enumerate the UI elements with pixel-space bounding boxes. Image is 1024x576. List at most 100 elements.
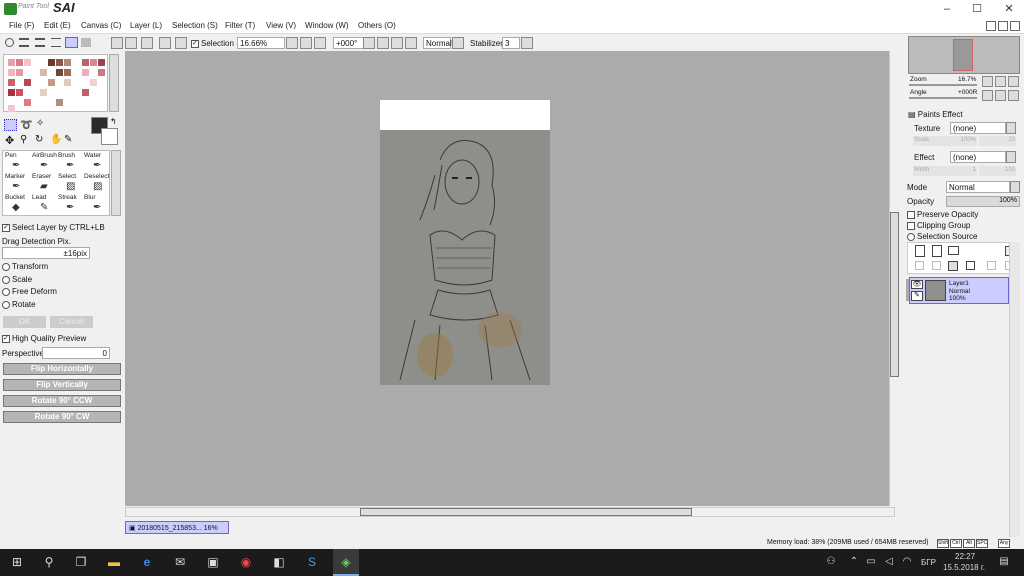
menu-window[interactable]: Window (W) xyxy=(305,21,349,30)
skype-icon[interactable]: S xyxy=(303,553,321,571)
select-rect-icon[interactable] xyxy=(4,119,17,131)
swatch[interactable] xyxy=(24,59,31,66)
menu-selection[interactable]: Selection (S) xyxy=(172,21,218,30)
flip-horizontally-button[interactable]: Flip Horizontally xyxy=(3,363,121,375)
copy-layer-icon[interactable] xyxy=(987,261,996,270)
brush-shape-icon[interactable] xyxy=(5,38,14,47)
rotate-cw-button[interactable] xyxy=(377,37,389,49)
close-button[interactable]: ✕ xyxy=(994,0,1024,19)
cancel-button[interactable]: Cancel xyxy=(50,316,93,328)
tool-deselect[interactable]: Deselect xyxy=(84,173,109,180)
merge-down-icon[interactable] xyxy=(932,261,941,270)
swatch[interactable] xyxy=(40,89,47,96)
new-linework-layer-icon[interactable] xyxy=(932,245,942,257)
new-folder-icon[interactable] xyxy=(948,246,959,255)
swatch[interactable] xyxy=(82,69,89,76)
canvas-drawing[interactable] xyxy=(380,130,550,385)
rotate-cw-button[interactable]: Rotate 90° CW xyxy=(3,411,121,423)
swatch[interactable] xyxy=(64,69,71,76)
windows-start-icon[interactable]: ⊞ xyxy=(8,553,26,571)
tool-airbrush[interactable]: AirBrush xyxy=(32,152,57,159)
nav-rotate-ccw-button[interactable] xyxy=(982,90,993,101)
ok-button[interactable]: OK xyxy=(3,316,46,328)
tool-bucket[interactable]: Bucket xyxy=(5,194,25,201)
search-icon[interactable]: ⚲ xyxy=(40,553,58,571)
free-deform-option[interactable]: Free Deform xyxy=(2,287,57,296)
eyedropper-icon[interactable]: ✎ xyxy=(64,134,72,145)
lasso-icon[interactable]: ➰ xyxy=(20,120,32,131)
swatch-icon[interactable] xyxy=(81,38,91,47)
swatch[interactable] xyxy=(8,59,15,66)
paints-effect-header[interactable]: ▤ Paints Effect xyxy=(908,110,963,119)
swatch[interactable] xyxy=(56,59,63,66)
zoom-field[interactable]: 16.66% xyxy=(237,37,285,49)
mdi-minimize-button[interactable] xyxy=(986,21,996,31)
mdi-restore-button[interactable] xyxy=(998,21,1008,31)
menu-edit[interactable]: Edit (E) xyxy=(44,21,71,30)
rotate-ccw-button[interactable]: Rotate 90° CCW xyxy=(3,395,121,407)
menu-others[interactable]: Others (O) xyxy=(358,21,396,30)
swatch[interactable] xyxy=(8,89,15,96)
transform-option[interactable]: Transform xyxy=(2,262,48,271)
tool-select[interactable]: Select xyxy=(58,173,76,180)
swatch[interactable] xyxy=(24,79,31,86)
nav-zoom-in-button[interactable] xyxy=(995,76,1006,87)
nav-zoom-reset-button[interactable] xyxy=(1008,76,1019,87)
brush-lock-icon[interactable]: ✎ xyxy=(911,291,923,301)
swatch[interactable] xyxy=(16,69,23,76)
mail-icon[interactable]: ✉ xyxy=(171,553,189,571)
navigator-viewport[interactable] xyxy=(953,39,973,71)
stabilizer-field[interactable]: 3 xyxy=(502,37,520,49)
volume-icon[interactable]: ◁ xyxy=(880,553,898,571)
clock-date[interactable]: 15.5.2018 г. xyxy=(943,563,985,572)
texture-select[interactable]: (none) xyxy=(950,122,1006,134)
redo-button[interactable] xyxy=(141,37,153,49)
stabilizer-dropdown-button[interactable] xyxy=(521,37,533,49)
hand-icon[interactable]: ✋ xyxy=(50,134,62,145)
swatch[interactable] xyxy=(64,79,71,86)
document-tab[interactable]: ▣ 20180515_215853... 16% xyxy=(125,521,229,534)
effect-dropdown-button[interactable] xyxy=(1006,151,1016,163)
menu-canvas[interactable]: Canvas (C) xyxy=(81,21,121,30)
zoom-tool-icon[interactable]: ⚲ xyxy=(20,134,27,145)
maximize-button[interactable]: ☐ xyxy=(962,0,992,19)
selection-toggle[interactable]: ✓ Selection xyxy=(191,39,234,48)
swatch[interactable] xyxy=(90,59,97,66)
app-icon[interactable]: ◧ xyxy=(270,553,288,571)
zoom-out-button[interactable] xyxy=(286,37,298,49)
menu-file[interactable]: File (F) xyxy=(9,21,34,30)
drag-detection-field[interactable]: ±16pix xyxy=(2,247,90,259)
network-icon[interactable]: ▭ xyxy=(862,553,880,571)
vertical-scroll-thumb[interactable] xyxy=(890,212,899,377)
texture-dropdown-button[interactable] xyxy=(1006,122,1016,134)
rotate-option[interactable]: Rotate xyxy=(2,300,36,309)
layer-panel-resizer[interactable] xyxy=(906,279,909,301)
show-hidden-icons-icon[interactable]: ⌃ xyxy=(845,553,863,571)
mdi-close-button[interactable] xyxy=(1010,21,1020,31)
selection-source-option[interactable]: Selection Source xyxy=(907,232,977,241)
swatch[interactable] xyxy=(24,99,31,106)
angle-field[interactable]: +000° xyxy=(333,37,365,49)
language-indicator[interactable]: БГР xyxy=(921,558,936,567)
nav-rotate-cw-button[interactable] xyxy=(995,90,1006,101)
scale-option[interactable]: Scale xyxy=(2,275,32,284)
swatch[interactable] xyxy=(82,89,89,96)
preserve-opacity-option[interactable]: Preserve Opacity xyxy=(907,210,978,219)
swatches-scrollbar[interactable] xyxy=(109,54,119,112)
swatch[interactable] xyxy=(90,79,97,86)
swatch[interactable] xyxy=(8,79,15,86)
chrome-icon[interactable]: ◉ xyxy=(237,553,255,571)
thin-lines-icon[interactable] xyxy=(51,38,61,47)
minimize-button[interactable]: – xyxy=(932,0,962,19)
swatch[interactable] xyxy=(64,59,71,66)
effect-width-num[interactable]: 100 xyxy=(979,166,1016,176)
store-icon[interactable]: ▣ xyxy=(204,553,222,571)
horizontal-scroll-thumb[interactable] xyxy=(360,508,692,516)
clipping-group-option[interactable]: Clipping Group xyxy=(907,221,970,230)
undo-button[interactable] xyxy=(125,37,137,49)
select-layer-option[interactable]: ✓ Select Layer by CTRL+LB xyxy=(2,223,105,232)
zoom-reset-button[interactable] xyxy=(314,37,326,49)
swatch[interactable] xyxy=(98,69,105,76)
swatch[interactable] xyxy=(8,105,15,112)
flip-view-button[interactable] xyxy=(405,37,417,49)
